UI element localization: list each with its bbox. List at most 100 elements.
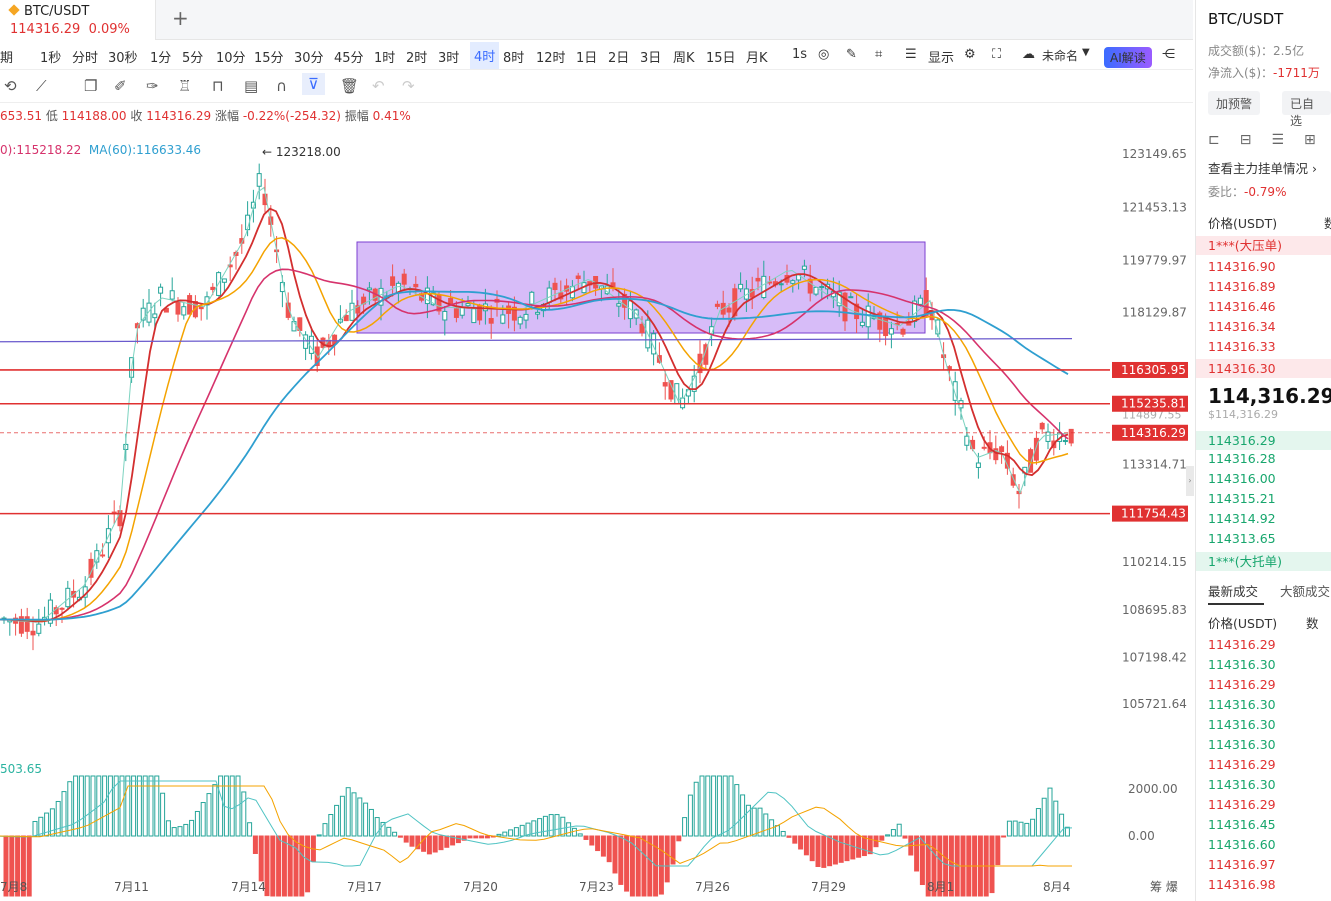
trade-row[interactable]: 114316.30 (1208, 717, 1276, 732)
redo-icon[interactable]: ↷ (402, 77, 415, 95)
candle-body (401, 273, 407, 285)
macd-bar (624, 835, 630, 892)
line-tool-icon[interactable]: ⟋ (36, 77, 47, 95)
bid-row[interactable]: 114313.65 (1208, 531, 1276, 546)
add-alert-button[interactable]: 加预警 (1208, 91, 1261, 115)
crop-icon[interactable]: ⌗ (875, 47, 882, 62)
trade-row[interactable]: 114316.97 (1208, 857, 1276, 872)
filter-icon[interactable]: ⊽ (302, 73, 325, 95)
draw-icon[interactable]: ✑ (146, 77, 159, 95)
ask-big-order[interactable]: 1***(大压单) (1196, 236, 1331, 255)
share-icon[interactable]: ⋲ (1162, 47, 1175, 62)
copy-icon[interactable]: ❐ (84, 77, 97, 95)
collapse-panel-handle[interactable]: › (1186, 466, 1194, 496)
trades-price-header: 价格(USDT) (1208, 616, 1278, 631)
interval-0[interactable]: 期 (0, 47, 13, 66)
note-icon[interactable]: ▤ (244, 77, 258, 95)
interval-16[interactable]: 1日 (576, 47, 597, 66)
settings-icon[interactable]: ⚙ (964, 47, 976, 62)
trade-row[interactable]: 114316.30 (1208, 737, 1276, 752)
interval-10[interactable]: 1时 (374, 47, 395, 66)
candle-icon[interactable]: ♖ (178, 77, 191, 95)
interval-20[interactable]: 15日 (706, 47, 736, 66)
bid-row[interactable]: 114316.29 (1196, 431, 1331, 450)
interval-14[interactable]: 8时 (503, 47, 524, 66)
interval-21[interactable]: 月K (746, 47, 768, 66)
interval-8[interactable]: 30分 (294, 47, 324, 66)
candle-body (465, 303, 471, 307)
interval-1[interactable]: 1秒 (40, 47, 61, 66)
ask-row[interactable]: 114316.34 (1208, 319, 1276, 334)
ask-row[interactable]: 114316.90 (1208, 259, 1276, 274)
layout-name[interactable]: 未命名 (1042, 47, 1078, 64)
candle-body (175, 301, 181, 315)
macd-bar (403, 835, 409, 843)
trade-row[interactable]: 114316.29 (1208, 797, 1276, 812)
price-chart[interactable]: 123149.65 121453.13 119779.97 118129.87 1133… (0, 104, 1193, 901)
candle-body (778, 283, 784, 286)
trade-row[interactable]: 114316.29 (1208, 757, 1276, 772)
interval-5[interactable]: 5分 (182, 47, 203, 66)
trade-row[interactable]: 114316.29 (1208, 677, 1276, 692)
pen-icon[interactable]: ✎ (846, 47, 857, 62)
trade-row[interactable]: 114316.29 (1208, 637, 1276, 652)
bid-row[interactable]: 114315.21 (1208, 491, 1276, 506)
display-menu[interactable]: 显示 (928, 47, 954, 66)
interval-7[interactable]: 15分 (254, 47, 284, 66)
candle-body (975, 462, 981, 468)
ask-row[interactable]: 114316.30 (1196, 359, 1331, 378)
interval-18[interactable]: 3日 (640, 47, 661, 66)
symbol-tab[interactable]: BTC/USDT 114316.29 0.09% (0, 0, 156, 40)
fullscreen-icon[interactable]: ⛶ (992, 47, 1001, 62)
add-tab-icon[interactable]: + (172, 6, 189, 30)
interval-12[interactable]: 3时 (438, 47, 459, 66)
macd-bar (160, 792, 166, 837)
magnet-icon[interactable]: ∩ (276, 77, 287, 95)
orderbook-link[interactable]: 查看主力挂单情况 › (1208, 158, 1317, 177)
brush-icon[interactable]: ✐ (114, 77, 127, 95)
macd-bar (919, 835, 925, 886)
interval-4[interactable]: 1分 (150, 47, 171, 66)
tab-big-trades[interactable]: 大额成交 (1280, 581, 1330, 600)
macd-bar (229, 775, 235, 837)
ai-interpret-button[interactable]: AI解读 (1104, 47, 1152, 68)
chevron-down-icon[interactable]: ▼ (1082, 47, 1090, 58)
trade-row[interactable]: 114316.45 (1208, 817, 1276, 832)
list-icon[interactable]: ☰ (905, 47, 917, 62)
interval-6[interactable]: 10分 (216, 47, 246, 66)
lock-icon[interactable]: ⊓ (212, 77, 224, 95)
interval-13[interactable]: 4时 (470, 42, 500, 69)
bid-row[interactable]: 114316.00 (1208, 471, 1276, 486)
ask-row[interactable]: 114316.46 (1208, 299, 1276, 314)
ask-row[interactable]: 114316.89 (1208, 279, 1276, 294)
tab-latest-trades[interactable]: 最新成交 (1208, 581, 1258, 600)
interval-15[interactable]: 12时 (536, 47, 566, 66)
candle-body (819, 286, 825, 289)
interval-11[interactable]: 2时 (406, 47, 427, 66)
bid-row[interactable]: 114316.28 (1208, 451, 1276, 466)
trade-row[interactable]: 114316.30 (1208, 777, 1276, 792)
bid-big-order[interactable]: 1***(大托单) (1196, 552, 1331, 571)
orderbook-view-icons[interactable]: ⊏⊟☰⊞ (1208, 132, 1331, 148)
interval-19[interactable]: 周K (673, 47, 695, 66)
undo-icon[interactable]: ↶ (372, 77, 385, 95)
trash-icon[interactable]: 🗑 (340, 77, 359, 95)
ask-row[interactable]: 114316.33 (1208, 339, 1276, 354)
interval-9[interactable]: 45分 (334, 47, 364, 66)
trade-row[interactable]: 114316.98 (1208, 877, 1276, 892)
macd-bar (821, 835, 827, 868)
favorite-button[interactable]: 已自选 (1282, 91, 1331, 128)
refresh-icon[interactable]: ⟲ (4, 77, 17, 95)
interval-2[interactable]: 分时 (72, 47, 98, 66)
camera-icon[interactable]: ◎ (818, 47, 829, 62)
macd-bar (774, 825, 780, 837)
cloud-icon[interactable]: ☁ (1022, 47, 1035, 62)
trade-row[interactable]: 114316.30 (1208, 657, 1276, 672)
interval-22[interactable]: 1s (792, 47, 807, 62)
interval-17[interactable]: 2日 (608, 47, 629, 66)
bid-row[interactable]: 114314.92 (1208, 511, 1276, 526)
interval-3[interactable]: 30秒 (108, 47, 138, 66)
trade-row[interactable]: 114316.60 (1208, 837, 1276, 852)
macd-bar (212, 784, 218, 837)
trade-row[interactable]: 114316.30 (1208, 697, 1276, 712)
